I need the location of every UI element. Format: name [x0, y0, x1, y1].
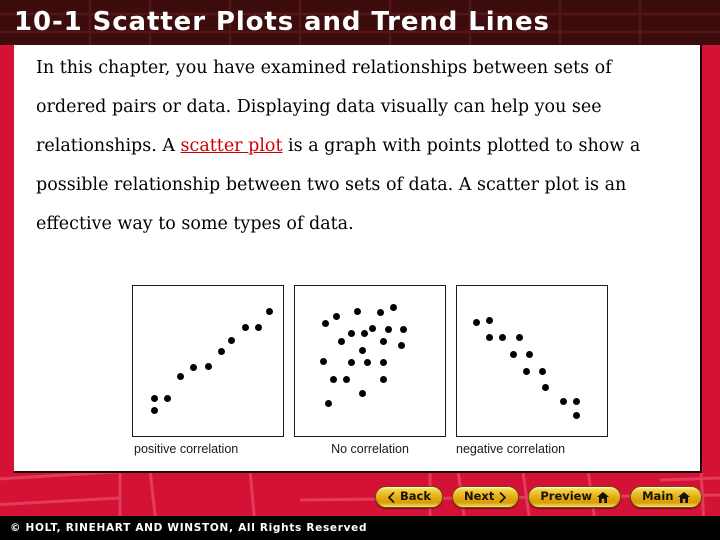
plot-area-positive — [132, 285, 284, 437]
back-button-label: Back — [400, 489, 431, 504]
data-point — [151, 395, 159, 403]
data-point — [510, 351, 518, 358]
data-point — [319, 357, 327, 365]
data-point — [559, 397, 567, 405]
data-point — [361, 330, 369, 338]
data-point — [384, 326, 392, 334]
data-point — [265, 308, 273, 316]
preview-button-label: Preview — [540, 489, 593, 504]
figure-positive-correlation: positive correlation — [132, 285, 284, 456]
content-card: In this chapter, you have examined relat… — [14, 45, 702, 473]
caption-no-correlation: No correlation — [331, 442, 409, 456]
data-point — [177, 373, 185, 381]
data-point — [348, 358, 356, 366]
data-point — [255, 323, 263, 331]
home-icon — [597, 491, 610, 503]
data-point — [572, 397, 580, 405]
caption-positive-correlation: positive correlation — [134, 442, 239, 456]
data-point — [572, 412, 580, 420]
plot-area-no-correlation — [294, 285, 446, 437]
data-point — [217, 348, 225, 356]
data-point — [330, 375, 338, 383]
data-point — [397, 341, 405, 349]
data-point — [363, 358, 371, 366]
data-point — [242, 323, 250, 331]
data-point — [322, 319, 330, 327]
data-point — [151, 406, 159, 414]
data-point — [538, 367, 546, 375]
data-point — [541, 383, 549, 391]
plot-area-negative — [456, 285, 608, 437]
data-point — [324, 400, 332, 408]
data-point — [379, 358, 387, 366]
data-point — [190, 364, 198, 371]
data-point — [485, 317, 493, 325]
data-point — [369, 325, 377, 332]
preview-button[interactable]: Preview — [528, 486, 622, 508]
figure-negative-correlation: negative correlation — [456, 285, 608, 456]
home-icon — [678, 491, 691, 503]
back-button[interactable]: Back — [375, 486, 443, 508]
data-point — [227, 336, 235, 344]
data-point — [389, 304, 397, 312]
data-point — [379, 375, 387, 383]
chevron-left-icon — [387, 491, 395, 503]
main-button-label: Main — [642, 489, 674, 504]
data-point — [523, 367, 531, 375]
data-point — [343, 375, 351, 383]
vocabulary-term-scatter-plot: scatter plot — [180, 136, 283, 156]
figure-no-correlation: No correlation — [294, 285, 446, 456]
chevron-right-icon — [499, 491, 507, 503]
data-point — [379, 338, 387, 345]
slide: 10-1 Scatter Plots and Trend Lines In th… — [0, 0, 720, 540]
data-point — [348, 330, 356, 338]
data-point — [515, 334, 523, 342]
data-point — [376, 309, 384, 317]
data-point — [358, 347, 366, 355]
copyright-notice: © HOLT, RINEHART AND WINSTON, All Rights… — [10, 522, 368, 534]
navigation-bar: Back Next Preview Main — [375, 485, 703, 509]
next-button[interactable]: Next — [452, 486, 520, 508]
data-point — [164, 395, 172, 403]
data-point — [337, 338, 345, 345]
data-point — [498, 334, 506, 342]
data-point — [204, 362, 212, 370]
main-button[interactable]: Main — [630, 486, 703, 508]
page-title: 10-1 Scatter Plots and Trend Lines — [14, 7, 550, 37]
data-point — [472, 318, 480, 326]
next-button-label: Next — [464, 489, 495, 504]
caption-negative-correlation: negative correlation — [456, 442, 566, 456]
scatter-plot-examples: positive correlation No correlation nega… — [118, 285, 618, 465]
data-point — [400, 326, 408, 334]
data-point — [353, 308, 361, 316]
data-point — [332, 313, 340, 321]
data-point — [358, 390, 366, 397]
data-point — [525, 351, 533, 358]
data-point — [485, 334, 493, 342]
lesson-paragraph: In this chapter, you have examined relat… — [36, 49, 684, 244]
